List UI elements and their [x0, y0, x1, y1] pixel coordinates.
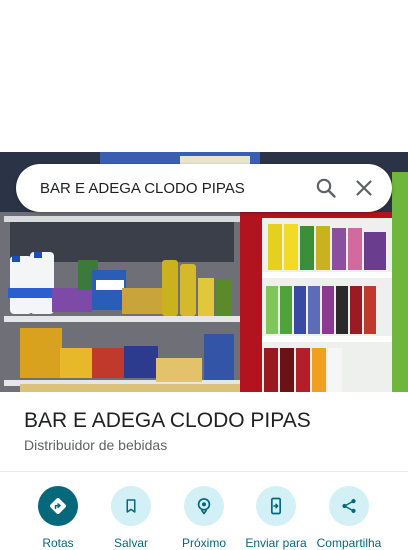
share-button[interactable]: Compartilha — [313, 486, 385, 550]
divider — [0, 471, 408, 472]
share-icon — [329, 486, 369, 526]
save-label: Salvar — [113, 536, 148, 550]
directions-button[interactable]: Rotas — [22, 486, 94, 550]
search-bar[interactable]: BAR E ADEGA CLODO PIPAS — [16, 164, 392, 212]
send-to-device-button[interactable]: Enviar para — [240, 486, 312, 550]
directions-icon — [38, 486, 78, 526]
nearby-button[interactable]: Próximo — [168, 486, 240, 550]
directions-label: Rotas — [42, 536, 74, 550]
close-icon[interactable] — [352, 176, 376, 200]
share-label: Compartilha — [316, 536, 382, 550]
send-to-phone-icon — [256, 486, 296, 526]
search-input[interactable]: BAR E ADEGA CLODO PIPAS — [40, 180, 314, 197]
search-icon[interactable] — [314, 176, 338, 200]
place-category: Distribuidor de bebidas — [24, 437, 168, 453]
place-title: BAR E ADEGA CLODO PIPAS — [24, 409, 311, 432]
save-button[interactable]: Salvar — [95, 486, 167, 550]
bookmark-icon — [111, 486, 151, 526]
nearby-icon — [184, 486, 224, 526]
map-blank-area — [0, 0, 408, 152]
send-to-device-label: Enviar para — [245, 536, 307, 550]
action-bar: Rotas Salvar Próximo Enviar para Compart… — [0, 486, 408, 550]
